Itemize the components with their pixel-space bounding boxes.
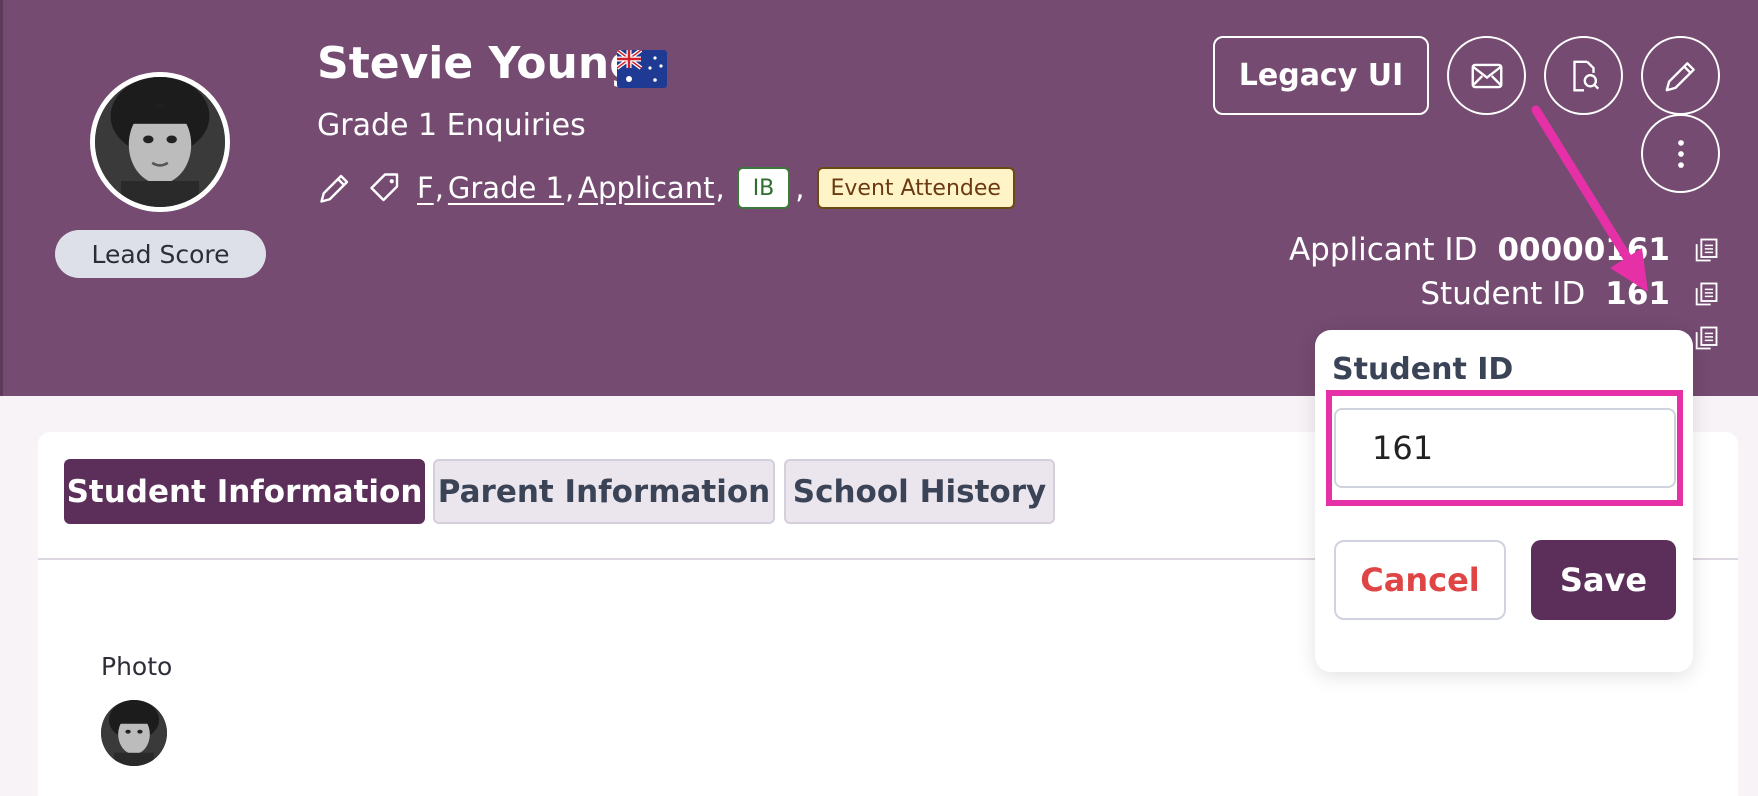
applicant-id-value[interactable]: 00000161 [1497,232,1670,268]
edit-student-id-popover: Student ID Cancel Save [1315,330,1693,672]
tag-separator: , [795,171,805,205]
tag-link-applicant[interactable]: Applicant [578,171,714,205]
preview-document-button[interactable] [1544,36,1623,115]
tag-separator: , [565,171,575,205]
copy-id-icon[interactable] [1692,324,1720,352]
copy-applicant-id-icon[interactable] [1692,236,1720,264]
more-actions-button[interactable] [1641,114,1720,193]
student-name: Stevie Young [317,38,641,89]
tag-separator: , [715,171,725,205]
applicant-id-label: Applicant ID [1288,232,1478,268]
student-photo-icon [95,77,225,207]
mail-icon [1471,63,1502,88]
email-button[interactable] [1447,36,1526,115]
tab-parent-information[interactable]: Parent Information [433,459,775,524]
student-photo-icon [101,700,167,766]
edit-profile-button[interactable] [1641,36,1720,115]
cancel-button[interactable]: Cancel [1334,540,1506,620]
student-id-label: Student ID [1420,276,1586,312]
copy-student-id-icon[interactable] [1692,280,1720,308]
tags-row: F , Grade 1 , Applicant , IB , Event Att… [317,166,1015,210]
tag-icon [367,170,403,206]
lead-score-badge[interactable]: Lead Score [55,230,266,278]
student-id-input[interactable] [1334,408,1676,488]
student-id-row: Student ID 161 [1420,276,1670,312]
edit-tags-pencil-icon[interactable] [317,170,353,206]
applicant-id-row: Applicant ID 00000161 [1289,232,1670,268]
pencil-icon [1665,61,1695,91]
tab-school-history[interactable]: School History [784,459,1055,524]
legacy-ui-button[interactable]: Legacy UI [1213,36,1429,115]
tag-separator: , [434,171,444,205]
save-button[interactable]: Save [1531,540,1676,620]
more-vertical-icon [1677,139,1684,168]
document-search-icon [1572,60,1599,91]
student-id-value[interactable]: 161 [1605,276,1670,312]
tag-link-grade-1[interactable]: Grade 1 [448,171,564,205]
tag-badge-event-attendee[interactable]: Event Attendee [816,167,1015,209]
australia-flag-icon [617,50,667,88]
popover-title: Student ID [1332,352,1514,387]
student-photo-thumbnail[interactable] [101,700,167,766]
tab-student-information[interactable]: Student Information [64,459,425,524]
student-stage: Grade 1 Enquiries [317,108,586,143]
student-avatar[interactable] [90,72,230,212]
photo-label: Photo [101,652,173,681]
tag-link-f[interactable]: F [417,171,434,205]
tag-badge-ib[interactable]: IB [736,167,791,209]
